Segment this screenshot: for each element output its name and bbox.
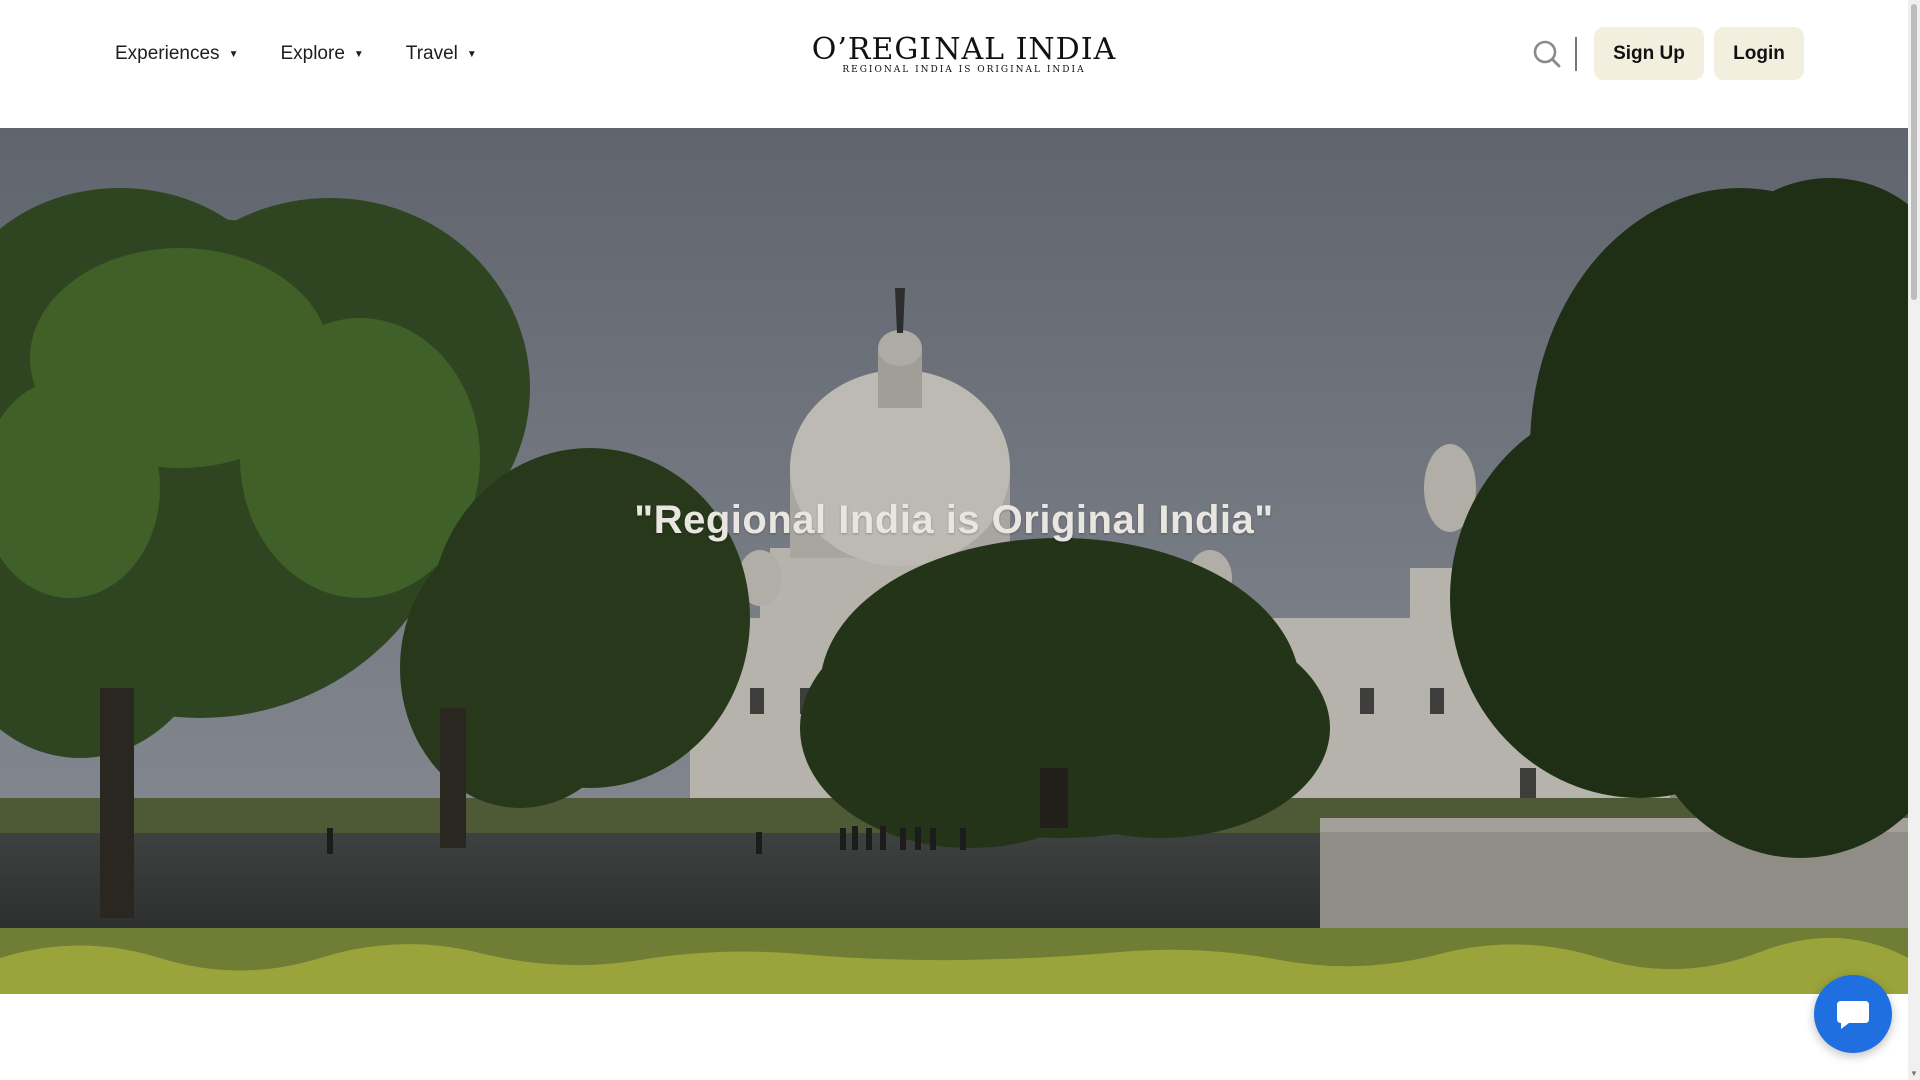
header-divider <box>1575 36 1577 71</box>
nav-explore-label: Explore <box>280 43 345 64</box>
nav-travel-label: Travel <box>405 43 458 64</box>
nav-experiences[interactable]: Experiences ▼ <box>115 43 238 65</box>
nav-travel[interactable]: Travel ▼ <box>406 43 477 65</box>
header-actions: Sign Up Login <box>1529 27 1804 80</box>
site-logo[interactable]: O’REGI NAL INDIA REGIONAL INDIA IS ORIGI… <box>812 32 1115 75</box>
site-header: Experiences ▼ Explore ▼ Travel ▼ O’REGI <box>0 0 1908 128</box>
chat-bubble-icon <box>1837 1001 1869 1029</box>
nav-experiences-label: Experiences <box>115 43 220 64</box>
search-button[interactable] <box>1529 36 1565 72</box>
hero-banner: "Regional India is Original India" <box>0 128 1908 994</box>
login-button[interactable]: Login <box>1714 27 1804 80</box>
scroll-down-arrow-icon[interactable]: ▼ <box>1910 1069 1918 1078</box>
caret-down-icon: ▼ <box>353 48 364 60</box>
logo-brand-right: NAL INDIA <box>934 32 1117 67</box>
search-icon <box>1533 40 1561 67</box>
main-nav: Experiences ▼ Explore ▼ Travel ▼ <box>115 0 477 108</box>
chat-button[interactable] <box>1814 975 1892 1053</box>
page-scrollbar[interactable]: ▼ <box>1908 0 1920 1080</box>
hero-image <box>0 128 1908 994</box>
logo-tagline: REGIONAL INDIA IS ORIGINAL INDIA <box>842 65 1086 75</box>
caret-down-icon: ▼ <box>466 48 477 60</box>
scrollbar-thumb[interactable] <box>1911 4 1917 300</box>
caret-down-icon: ▼ <box>228 48 239 60</box>
hero-tagline: "Regional India is Original India" <box>634 498 1274 542</box>
logo-brand-left: O’REGI <box>811 32 933 67</box>
nav-explore[interactable]: Explore ▼ <box>280 43 363 65</box>
sign-up-button[interactable]: Sign Up <box>1594 27 1704 80</box>
logo-wordmark: O’REGI NAL INDIA <box>812 32 1115 67</box>
page: Experiences ▼ Explore ▼ Travel ▼ O’REGI <box>0 0 1920 1080</box>
